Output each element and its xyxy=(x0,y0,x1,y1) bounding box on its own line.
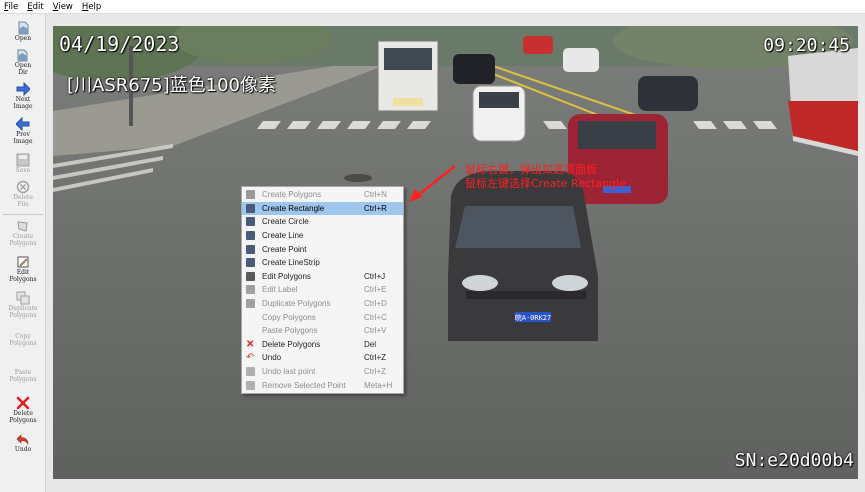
save-icon xyxy=(16,153,30,167)
delete-polygons-icon: ✕ xyxy=(246,338,255,350)
context-menu-label: Create Circle xyxy=(262,217,309,227)
duplicate-polygons-icon xyxy=(246,299,255,309)
open-dir-button[interactable]: Open Dir xyxy=(0,48,46,76)
left-toolbar: Open Open Dir Next Image Prev Image Save… xyxy=(0,14,46,492)
context-menu-item[interactable]: Create Rectangle Ctrl+R xyxy=(242,201,403,216)
context-menu-item[interactable]: Edit Polygons Ctrl+J xyxy=(242,270,403,284)
context-menu-label: Delete Polygons xyxy=(262,339,321,349)
remove-selected-point-icon xyxy=(246,380,255,390)
arrow-left-icon xyxy=(16,117,30,131)
blank-icon xyxy=(246,326,255,335)
overlay-date: 04/19/2023 xyxy=(59,32,180,56)
context-menu-item[interactable]: Edit Label Ctrl+E xyxy=(242,283,403,297)
context-menu-shortcut: Ctrl+Z xyxy=(364,353,386,363)
context-menu-item[interactable]: ↶ Undo Ctrl+Z xyxy=(242,351,403,365)
next-image-button[interactable]: Next Image xyxy=(0,82,46,110)
undo-last-point-icon xyxy=(246,367,255,377)
arrow-right-icon xyxy=(16,82,30,96)
edit-polygons-button[interactable]: Edit Polygons xyxy=(0,255,46,283)
create-rectangle-icon xyxy=(246,203,255,213)
context-menu-item[interactable]: ✕ Delete Polygons Del xyxy=(242,338,403,352)
context-menu-shortcut: Ctrl+R xyxy=(364,203,387,213)
undo-button[interactable]: Undo xyxy=(0,432,46,454)
menu-help[interactable]: Help xyxy=(82,2,101,12)
context-menu-item[interactable]: Create Polygons Ctrl+N xyxy=(242,188,403,202)
open-dir-icon xyxy=(17,49,28,62)
context-menu-shortcut: Del xyxy=(364,339,377,349)
edit-polygons-icon xyxy=(17,256,29,268)
duplicate-polygons-button[interactable]: Duplicate Polygons xyxy=(0,291,46,319)
prev-image-button[interactable]: Prev Image xyxy=(0,117,46,145)
blank-icon xyxy=(246,313,255,322)
copy-polygons-button[interactable]: Copy Polygons xyxy=(0,333,46,347)
context-menu: Create Polygons Ctrl+N Create Rectangle Ctr… xyxy=(241,186,404,394)
save-button[interactable]: Save xyxy=(0,153,46,175)
menu-bar: File Edit View Help xyxy=(0,0,865,14)
context-menu-item[interactable]: Create Point xyxy=(242,242,403,256)
undo-icon: ↶ xyxy=(246,352,255,364)
context-menu-item[interactable]: Undo last point Ctrl+Z xyxy=(242,365,403,379)
delete-file-icon xyxy=(16,180,30,194)
annotation-line-1: 鼠标右键，弹出如选项面板 xyxy=(465,163,597,176)
overlay-time: 09:20:45 xyxy=(763,35,850,56)
create-polygons-button[interactable]: Create Polygons xyxy=(0,219,46,247)
canvas-area[interactable]: 皖A·0RK27 04/19/2023 09:20:45 [川ASR675]蓝色… xyxy=(46,14,865,492)
create-linestrip-icon xyxy=(246,258,255,268)
context-menu-shortcut: Ctrl+Z xyxy=(364,367,386,377)
edit-label-icon xyxy=(246,285,255,295)
annotation-line-2: 鼠标左键选择Create Rectangle xyxy=(465,177,626,190)
create-polygons-icon xyxy=(17,221,28,232)
context-menu-item[interactable]: Create Line xyxy=(242,229,403,243)
context-menu-shortcut: Ctrl+D xyxy=(364,299,387,309)
open-icon xyxy=(18,21,29,35)
create-point-icon xyxy=(246,244,255,254)
context-menu-item[interactable]: Copy Polygons Ctrl+C xyxy=(242,310,403,324)
overlay-plate-label: [川ASR675]蓝色100像素 xyxy=(67,75,277,96)
create-polygons-icon xyxy=(246,190,255,200)
paste-polygons-button[interactable]: Paste Polygons xyxy=(0,369,46,383)
menu-view[interactable]: View xyxy=(53,2,73,12)
edit-polygons-icon xyxy=(246,271,255,281)
traffic-camera-image[interactable]: 皖A·0RK27 04/19/2023 09:20:45 [川ASR675]蓝色… xyxy=(53,26,858,479)
context-menu-label: Create LineStrip xyxy=(262,258,320,268)
delete-file-button[interactable]: Delete File xyxy=(0,180,46,208)
context-menu-shortcut: Ctrl+V xyxy=(364,326,387,336)
context-menu-shortcut: Ctrl+E xyxy=(364,285,387,295)
context-menu-shortcut: Ctrl+C xyxy=(364,312,387,322)
menu-edit[interactable]: Edit xyxy=(27,2,43,12)
car-plate-text: 皖A·0RK27 xyxy=(515,313,552,322)
context-menu-shortcut: Meta+H xyxy=(364,380,393,390)
toolbar-divider xyxy=(3,214,43,215)
context-menu-item[interactable]: Duplicate Polygons Ctrl+D xyxy=(242,297,403,311)
duplicate-polygons-icon xyxy=(16,291,30,305)
context-menu-item[interactable]: Create Circle xyxy=(242,215,403,229)
context-menu-label: Create Line xyxy=(262,231,304,241)
annotation-note: 鼠标右键，弹出如选项面板 鼠标左键选择Create Rectangle xyxy=(465,163,626,191)
delete-polygons-icon xyxy=(16,396,30,410)
context-menu-item[interactable]: Remove Selected Point Meta+H xyxy=(242,378,403,392)
delete-polygons-button[interactable]: Delete Polygons xyxy=(0,396,46,424)
create-line-icon xyxy=(246,231,255,241)
context-menu-shortcut: Ctrl+N xyxy=(364,190,387,200)
create-circle-icon xyxy=(246,217,255,227)
undo-icon xyxy=(16,434,29,445)
context-menu-item[interactable]: Paste Polygons Ctrl+V xyxy=(242,324,403,338)
context-menu-shortcut: Ctrl+J xyxy=(364,271,386,281)
context-menu-item[interactable]: Create LineStrip xyxy=(242,256,403,270)
context-menu-label: Create Point xyxy=(262,244,307,254)
overlay-serial: SN:e20d00b4 xyxy=(734,450,854,471)
open-button[interactable]: Open xyxy=(0,21,46,43)
menu-file[interactable]: File xyxy=(4,2,18,12)
